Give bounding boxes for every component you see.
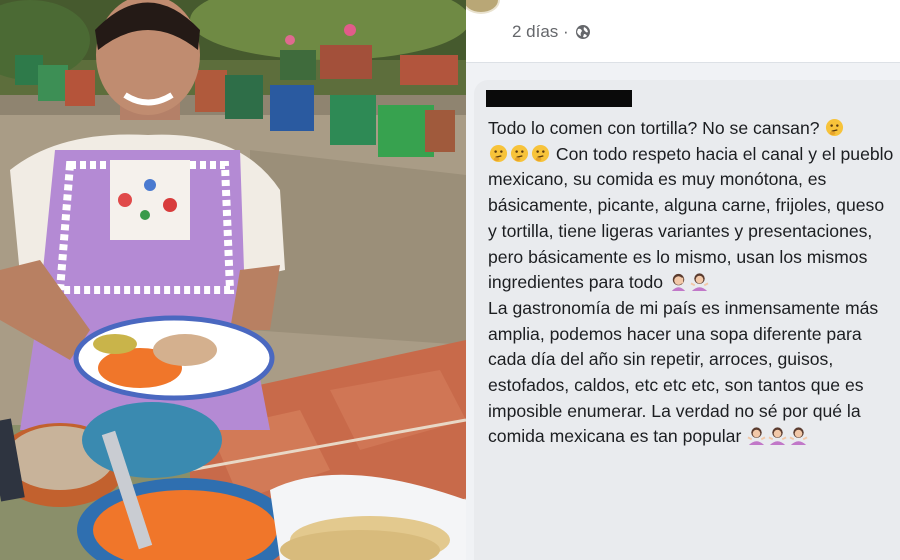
timestamp-label: 2 días · <box>512 22 569 41</box>
comment-bubble: Todo lo comen con tortilla? No se cansan… <box>474 80 900 560</box>
comment-paragraph-1: Con todo respeto hacia el canal y el pue… <box>488 142 894 296</box>
thinking-face-icon <box>510 144 529 163</box>
photo-illustration <box>0 0 466 560</box>
facebook-post-panel: 2 días · Todo lo comen con tortilla? No … <box>466 0 900 560</box>
comment-text: Todo lo comen con tortilla? No se cansan… <box>488 116 894 450</box>
woman-shrugging-icon <box>747 426 766 446</box>
woman-facepalming-icon <box>669 272 688 292</box>
post-header: 2 días · <box>466 0 900 63</box>
post-timestamp[interactable]: 2 días · <box>512 22 591 42</box>
comment-paragraph-2: La gastronomía de mi país es inmensament… <box>488 296 894 450</box>
redacted-author-name <box>486 90 632 107</box>
woman-shrugging-icon <box>768 426 787 446</box>
cooking-photo <box>0 0 466 560</box>
thinking-face-icon <box>489 144 508 163</box>
comment-line-1: Todo lo comen con tortilla? No se cansan… <box>488 116 894 142</box>
paragraph-2-text: La gastronomía de mi país es inmensament… <box>488 297 879 447</box>
question-text: Todo lo comen con tortilla? No se cansan… <box>488 118 820 138</box>
thinking-face-icon <box>531 144 550 163</box>
thinking-face-icon <box>825 118 844 137</box>
woman-shrugging-icon <box>789 426 808 446</box>
screenshot-composite: 2 días · Todo lo comen con tortilla? No … <box>0 0 900 560</box>
globe-icon <box>575 24 591 40</box>
paragraph-1-text: Con todo respeto hacia el canal y el pue… <box>488 143 894 293</box>
avatar[interactable] <box>466 0 500 14</box>
woman-shrugging-icon <box>690 272 709 292</box>
plate-of-food <box>73 315 275 401</box>
